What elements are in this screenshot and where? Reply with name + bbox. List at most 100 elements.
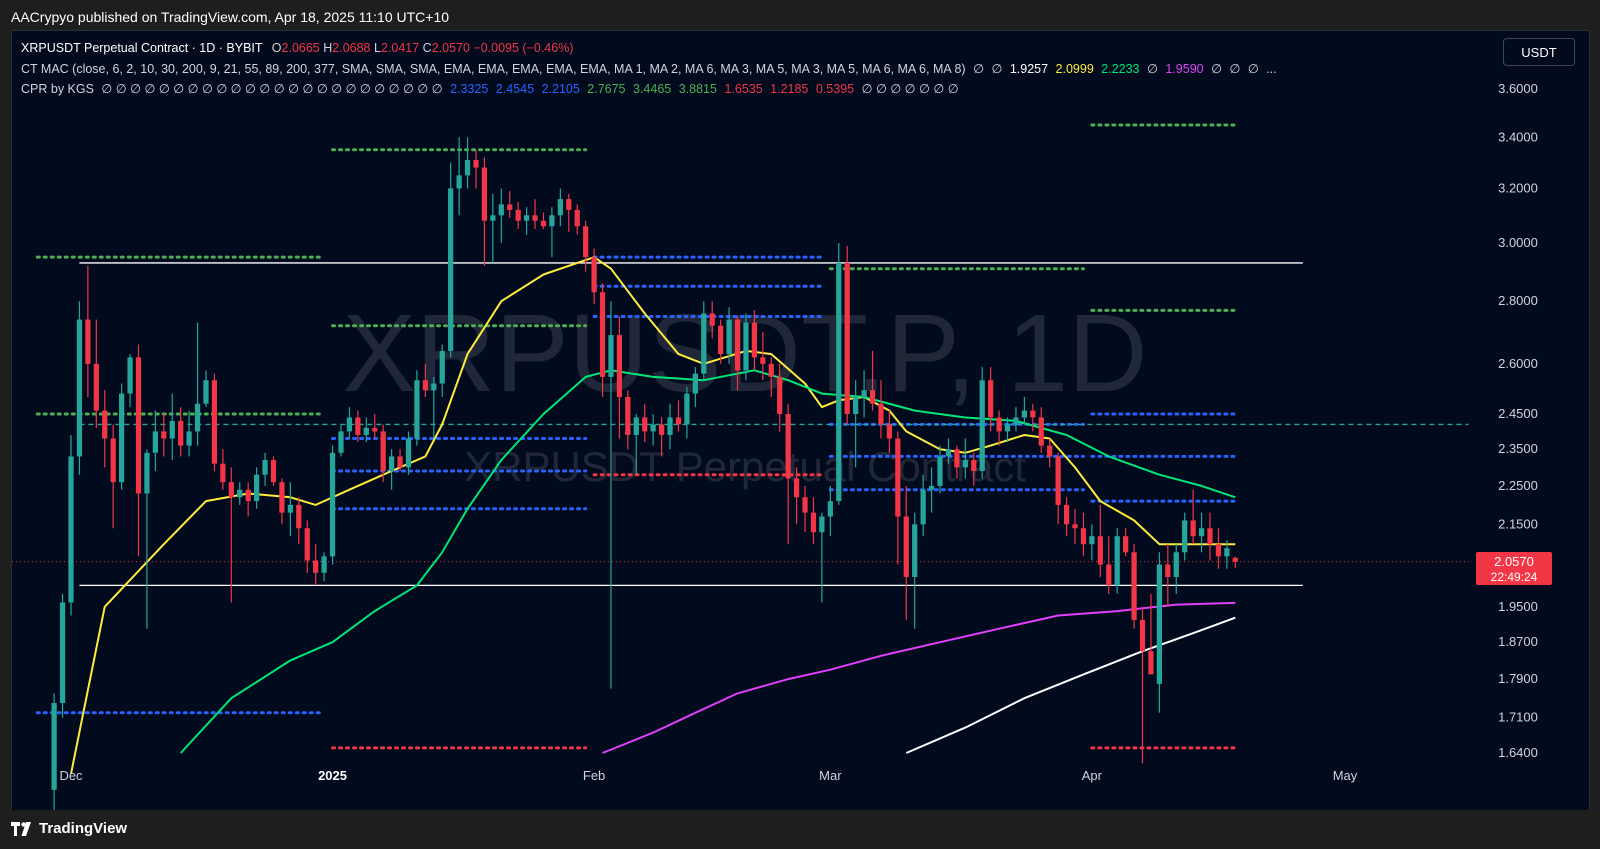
candle-body	[186, 431, 192, 446]
candle-body	[1080, 528, 1087, 545]
mac-value-3: 1.9257	[1009, 62, 1049, 76]
legend-cpr-row[interactable]: CPR by KGS ∅ ∅ ∅ ∅ ∅ ∅ ∅ ∅ ∅ ∅ ∅ ∅ ∅ ∅ ∅…	[21, 81, 959, 96]
cpr-null-values: ∅ ∅ ∅ ∅ ∅ ∅ ∅ ∅ ∅ ∅ ∅ ∅ ∅ ∅ ∅ ∅ ∅ ∅ ∅ ∅ …	[101, 82, 443, 96]
price-axis[interactable]: 3.6000 3.4000 3.2000 3.0000 2.8000 2.6000 2.45…	[1498, 81, 1538, 760]
candle-body	[692, 373, 698, 394]
candle-body	[1021, 410, 1028, 418]
candle	[1139, 606, 1146, 764]
candle-body	[549, 215, 555, 227]
candle-body	[355, 417, 361, 435]
candle-body	[962, 460, 968, 468]
candle-body	[793, 478, 800, 498]
candle-body	[135, 357, 142, 494]
legend-symbol: XRPUSDT Perpetual Contract · 1D · BYBIT	[21, 41, 263, 55]
price-tick-label: 3.0000	[1498, 235, 1538, 250]
candle	[785, 403, 791, 545]
candle-body	[971, 460, 977, 472]
candle-body	[397, 456, 403, 468]
candle-body	[1198, 528, 1205, 537]
candle-body	[203, 380, 209, 404]
candle-body	[540, 220, 547, 227]
candle-body	[566, 199, 572, 210]
candle-body	[642, 417, 648, 432]
price-tick-label: 1.9500	[1498, 599, 1538, 614]
candle-body	[321, 556, 327, 573]
price-tag: 2.0570 22:49:24	[1476, 552, 1552, 585]
candle	[110, 424, 116, 529]
candle	[532, 199, 538, 230]
candle	[464, 137, 471, 189]
cpr-value-1: 2.3325	[450, 82, 489, 96]
candle-body	[1038, 417, 1044, 446]
candle	[1080, 512, 1087, 557]
mac-value-9: ∅	[1229, 62, 1241, 76]
candle-body	[658, 424, 665, 435]
candle-body	[507, 204, 513, 210]
candle-body	[785, 414, 791, 479]
candle-body	[928, 485, 935, 490]
candle	[313, 544, 319, 586]
candle-body	[296, 504, 302, 529]
tradingview-logo-text: TradingView	[39, 820, 128, 837]
candle-body	[59, 602, 66, 704]
candle-body	[363, 427, 369, 435]
candle-body	[844, 262, 850, 415]
candle	[498, 188, 504, 243]
candle	[481, 157, 488, 266]
chart-frame[interactable]: XRPUSDT.P, 1D XRPUSDT Perpetual Contract…	[11, 30, 1590, 812]
candle-body	[110, 438, 116, 483]
candle-body	[827, 501, 833, 517]
mac-value-7: 1.9590	[1165, 62, 1204, 76]
candle-body	[338, 431, 344, 453]
candle-body	[119, 393, 125, 483]
candle-body	[1114, 536, 1120, 586]
candle	[135, 344, 142, 557]
candle-body	[169, 420, 175, 439]
candle-body	[988, 380, 994, 418]
price-tick-label: 2.2500	[1498, 478, 1538, 493]
candle	[1055, 452, 1061, 525]
candle	[566, 193, 572, 232]
candle-body	[102, 410, 108, 439]
publisher-text: AACrypyo published on TradingView.com, A…	[11, 9, 450, 25]
candle-body	[313, 560, 319, 573]
tradingview-logo[interactable]: TradingView	[11, 820, 127, 837]
legend-symbol-row[interactable]: XRPUSDT Perpetual Contract · 1D · BYBIT …	[21, 41, 573, 55]
candle-body	[1131, 552, 1137, 620]
candle	[304, 520, 310, 573]
price-chart[interactable]: XRPUSDT.P, 1D XRPUSDT Perpetual Contract…	[12, 31, 1589, 811]
price-tick-label: 2.8000	[1498, 293, 1538, 308]
candle-body	[456, 175, 462, 189]
candle-body	[254, 474, 260, 502]
candle-body	[996, 417, 1002, 432]
mac-value-11: ...	[1266, 62, 1277, 76]
candle	[245, 482, 251, 517]
candle-body	[51, 703, 57, 790]
candle	[1207, 512, 1213, 561]
candle-body	[768, 363, 774, 377]
candle	[1123, 528, 1129, 557]
candle-body	[161, 431, 167, 439]
candle-body	[760, 357, 766, 364]
cpr-value-4: 2.7675	[587, 82, 626, 96]
candle-body	[777, 376, 783, 415]
candle-body	[625, 396, 631, 435]
candle-body	[498, 204, 504, 216]
candle-body	[372, 427, 378, 432]
candle-body	[954, 449, 960, 468]
candle-body	[1165, 564, 1171, 577]
candle-body	[802, 497, 808, 513]
candle-body	[869, 390, 876, 404]
candle-body	[633, 417, 639, 435]
cpr-value-5: 3.4465	[633, 82, 672, 96]
candle	[68, 434, 74, 616]
candle-body	[414, 380, 420, 439]
currency-button[interactable]: USDT	[1503, 38, 1575, 66]
candle-body	[599, 292, 606, 377]
price-tag-price: 2.0570	[1494, 554, 1534, 569]
time-axis[interactable]: Dec 2025 Feb Mar Apr May	[59, 768, 1357, 783]
candle	[844, 245, 850, 425]
legend-mac-row[interactable]: CT MAC (close, 6, 2, 10, 30, 200, 9, 21,…	[21, 61, 1277, 76]
candle-body	[1224, 548, 1230, 557]
candle-body	[751, 322, 758, 358]
